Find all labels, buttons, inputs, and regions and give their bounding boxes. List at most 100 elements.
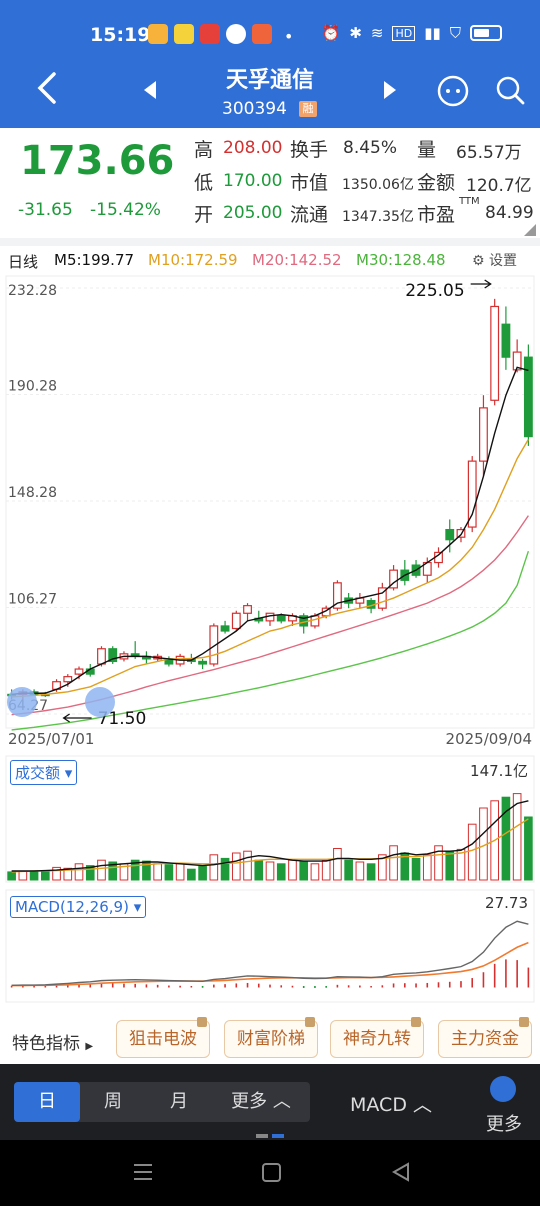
page-indicator — [256, 1134, 284, 1138]
x-tick-label: 2025/09/04 — [446, 730, 532, 748]
volume-bar — [40, 870, 50, 881]
kline-chart[interactable]: 232.28190.28148.28106.2764.272025/07/012… — [0, 0, 540, 1016]
volume-bar — [29, 871, 39, 881]
indicator-switch[interactable]: MACD ︿ — [350, 1090, 432, 1117]
volume-bar — [220, 857, 230, 881]
volume-bar — [299, 860, 309, 881]
volume-bar — [467, 823, 477, 881]
candle-body — [97, 648, 106, 665]
back-nav-icon[interactable] — [391, 1162, 409, 1182]
volume-bar — [7, 871, 16, 881]
high-arrow — [470, 279, 492, 289]
ma10-line — [11, 438, 529, 698]
chevron-up-icon: ︿ — [272, 1091, 291, 1112]
lock-icon — [519, 1017, 529, 1027]
indicator-label: 主力资金 — [451, 1029, 519, 1049]
x-tick-label: 2025/07/01 — [8, 730, 94, 748]
recent-apps-icon[interactable] — [134, 1164, 152, 1180]
more-periods-label: 更多 — [231, 1091, 268, 1112]
indicator-sniper-wave[interactable]: 狙击电波 — [116, 1017, 210, 1058]
more-menu-label[interactable]: 更多 — [486, 1110, 522, 1136]
volume-bar — [276, 863, 286, 881]
volume-bar — [265, 861, 275, 881]
system-nav-icons — [134, 1162, 409, 1182]
special-indicators-label: 特色指标 — [12, 1034, 80, 1054]
chart-shrink-icon — [85, 687, 115, 717]
chart-expand-icon — [7, 687, 37, 717]
chevron-up-icon: ︿ — [413, 1094, 433, 1116]
volume-bar — [333, 848, 342, 881]
volume-bar — [209, 854, 219, 881]
volume-bar — [288, 859, 297, 881]
volume-selector[interactable]: 成交额 ▾ — [10, 760, 78, 785]
indicator-wealth-ladder[interactable]: 财富阶梯 — [224, 1017, 318, 1058]
candle-body — [231, 612, 241, 630]
volume-bar — [74, 863, 84, 881]
lock-icon — [197, 1017, 207, 1027]
pager-dot-active — [272, 1134, 284, 1138]
tab-weekly[interactable]: 周 — [80, 1082, 146, 1122]
macd-dif-line — [11, 920, 529, 986]
special-indicators-toggle[interactable]: 特色指标 ▶ — [12, 1029, 93, 1054]
macd-dea-line — [11, 941, 529, 987]
candle-body — [490, 305, 500, 401]
caret-right-icon: ▶ — [85, 1041, 94, 1052]
volume-bar — [512, 793, 522, 881]
candle-body — [445, 528, 455, 541]
volume-bar — [310, 863, 320, 881]
volume-bar — [321, 859, 331, 881]
volume-bar — [355, 861, 365, 881]
candle-body — [467, 460, 477, 528]
tab-monthly[interactable]: 月 — [146, 1082, 212, 1122]
volume-bar — [153, 863, 162, 881]
y-tick-label: 232.28 — [8, 283, 57, 299]
volume-bar — [422, 854, 432, 881]
volume-bar — [366, 863, 376, 881]
high-annotation: 225.05 — [405, 281, 464, 301]
tab-more-periods[interactable]: 更多 ︿ — [212, 1082, 310, 1122]
home-icon[interactable] — [262, 1163, 281, 1182]
lock-icon — [305, 1017, 315, 1027]
candle-body — [479, 407, 488, 462]
macd-selector[interactable]: MACD(12,26,9) ▾ — [10, 896, 147, 918]
tab-daily[interactable]: 日 — [14, 1082, 80, 1122]
volume-bar — [456, 848, 466, 881]
volume-bar — [243, 850, 252, 881]
volume-bar — [254, 859, 264, 881]
volume-bar — [389, 845, 398, 881]
more-menu-icon[interactable] — [490, 1076, 516, 1102]
macd-selector-label: MACD(12,26,9) — [15, 898, 129, 916]
candle-body — [276, 615, 286, 622]
volume-bar — [344, 859, 353, 881]
volume-bar — [187, 868, 196, 881]
y-tick-label: 106.27 — [8, 592, 57, 608]
candle-body — [243, 605, 252, 614]
y-tick-label: 148.28 — [8, 485, 57, 501]
volume-selector-label: 成交额 — [15, 764, 61, 782]
lock-icon — [411, 1017, 421, 1027]
volume-bar — [18, 870, 28, 881]
candle-body — [74, 668, 84, 675]
main-chart-frame — [5, 275, 535, 729]
period-tabs: 日 周 月 更多 ︿ — [14, 1082, 310, 1122]
system-nav-bar — [0, 1140, 540, 1206]
volume-bar — [445, 850, 455, 881]
indicator-switch-label: MACD — [350, 1094, 407, 1116]
indicator-label: 狙击电波 — [129, 1029, 197, 1049]
volume-bar — [164, 864, 174, 881]
indicator-magic-nine[interactable]: 神奇九转 — [330, 1017, 424, 1058]
volume-bar — [411, 857, 421, 881]
volume-bar — [198, 866, 207, 881]
indicator-main-funds[interactable]: 主力资金 — [438, 1017, 532, 1058]
volume-max-label: 147.1亿 — [470, 762, 528, 780]
special-indicators-bar: 特色指标 ▶ 狙击电波 财富阶梯 神奇九转 主力资金 — [0, 1016, 540, 1062]
indicator-label: 神奇九转 — [343, 1029, 411, 1049]
candle-body — [220, 625, 230, 632]
candle-body — [198, 660, 208, 665]
candle-body — [63, 676, 73, 683]
volume-bar — [231, 852, 241, 881]
volume-bar — [524, 816, 533, 881]
pager-dot — [256, 1134, 268, 1138]
volume-bar — [97, 859, 106, 881]
macd-max-label: 27.73 — [485, 894, 528, 912]
